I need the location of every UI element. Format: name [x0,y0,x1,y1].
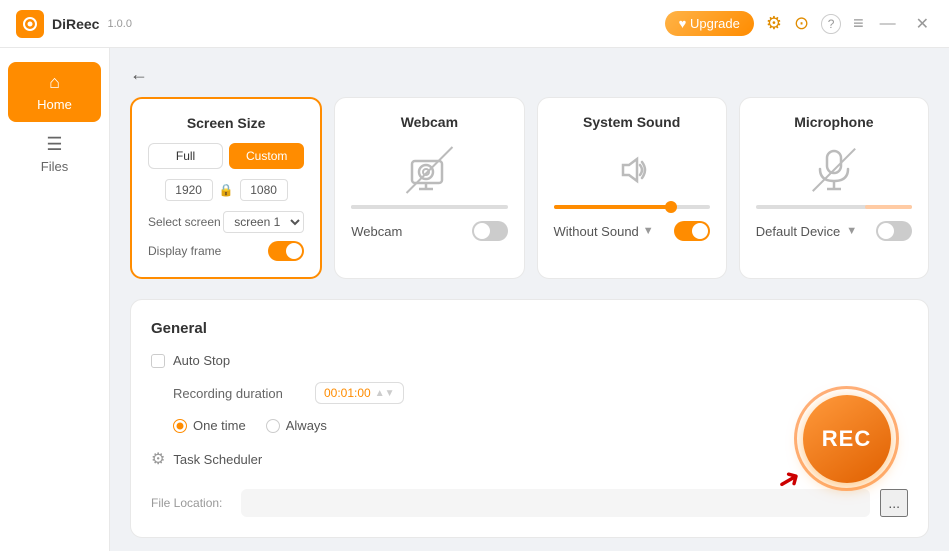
screen-select-dropdown[interactable]: screen 1 [223,211,304,233]
home-icon: ⌂ [49,72,60,93]
webcam-slider[interactable] [351,205,507,209]
mic-toggle-knob [878,223,894,239]
duration-label: Recording duration [173,386,303,401]
webcam-card-bottom: Webcam [351,221,507,241]
microphone-title: Microphone [756,114,912,130]
file-location-path [241,489,870,517]
webcam-card: Webcam [334,97,524,279]
display-frame-row: Display frame [148,241,304,261]
webcam-label: Webcam [351,224,402,239]
minimize-button[interactable]: — [876,13,900,35]
webcam-toggle[interactable] [472,221,508,241]
radio-one-time[interactable]: One time [173,418,246,433]
app-logo-inner [23,17,37,31]
system-sound-toggle-knob [692,223,708,239]
settings-icon[interactable]: ⚙ [766,13,782,34]
title-bar-left: DiReec 1.0.0 [16,10,132,38]
close-button[interactable]: ✕ [912,12,933,36]
mic-card-bottom: Default Device ▼ [756,221,912,241]
menu-icon[interactable]: ≡ [853,13,864,34]
screen-select-row: Select screen screen 1 [148,211,304,233]
auto-stop-checkbox[interactable] [151,354,165,368]
files-icon: ☰ [46,134,62,155]
sound-slider-fill [554,205,671,209]
sidebar-files-label: Files [41,159,68,174]
system-sound-card-bottom: Without Sound ▼ [554,221,710,241]
cards-row: Screen Size Full Custom 🔒 Select screen … [130,97,929,279]
radio-one-time-circle [173,419,187,433]
system-sound-card: System Sound Without So [537,97,727,279]
title-bar: DiReec 1.0.0 ♥ Upgrade ⚙ ⊙ ? ≡ — ✕ [0,0,949,48]
duration-spinners[interactable]: ▲▼ [375,388,395,399]
microphone-icon-area [756,142,912,197]
webcam-title: Webcam [351,114,507,130]
full-size-button[interactable]: Full [148,143,223,169]
app-version: 1.0.0 [107,18,131,30]
file-more-button[interactable]: ... [880,489,908,517]
sidebar-item-home[interactable]: ⌂ Home [8,62,101,122]
help-icon[interactable]: ? [821,14,841,34]
sidebar-item-files[interactable]: ☰ Files [8,124,101,184]
content-area: ← Screen Size Full Custom 🔒 Select scree… [110,48,949,551]
height-input[interactable] [240,179,288,201]
app-name: DiReec [52,16,99,32]
system-sound-slider[interactable] [554,205,710,209]
display-frame-toggle[interactable] [268,241,304,261]
without-sound-select-area: Without Sound ▼ [554,224,654,239]
sidebar: ⌂ Home ☰ Files [0,48,110,551]
main-layout: ⌂ Home ☰ Files ← Screen Size Full Custom… [0,48,949,551]
custom-size-button[interactable]: Custom [229,143,304,169]
screen-size-card: Screen Size Full Custom 🔒 Select screen … [130,97,322,279]
mic-slider-fill [865,205,912,209]
radio-always[interactable]: Always [266,418,327,433]
system-sound-icon-area [554,142,710,197]
mic-icon-wrapper [811,145,857,195]
microphone-card: Microphone [739,97,929,279]
sidebar-home-label: Home [37,97,72,112]
duration-input-area[interactable]: 00:01:00 ▲▼ [315,382,404,404]
record-icon[interactable]: ⊙ [794,13,809,34]
task-scheduler-icon: ⚙ [151,449,165,469]
without-sound-label: Without Sound [554,224,639,239]
rec-button[interactable]: REC [803,395,891,483]
webcam-icon-wrapper [404,145,454,195]
device-select-row: Default Device ▼ [756,224,857,239]
radio-always-label: Always [286,418,327,433]
radio-always-circle [266,419,280,433]
auto-stop-label: Auto Stop [173,353,230,368]
system-sound-icon [607,145,657,195]
size-dimensions: 🔒 [148,179,304,201]
app-logo [16,10,44,38]
lock-icon: 🔒 [219,183,234,197]
upgrade-button[interactable]: ♥ Upgrade [665,11,754,36]
general-title: General [151,320,908,337]
system-sound-title: System Sound [554,114,710,130]
mic-slider[interactable] [756,205,912,209]
back-button[interactable]: ← [130,64,148,85]
rec-outer-ring: REC ➜ [794,386,899,491]
width-input[interactable] [165,179,213,201]
task-scheduler-label: Task Scheduler [173,452,262,467]
device-label: Default Device [756,224,841,239]
screen-size-title: Screen Size [148,115,304,131]
title-bar-right: ♥ Upgrade ⚙ ⊙ ? ≡ — ✕ [665,11,933,36]
size-buttons: Full Custom [148,143,304,169]
auto-stop-row: Auto Stop [151,353,908,368]
screen-select-label: Select screen [148,215,221,229]
rec-label: REC [822,426,871,452]
device-chevron[interactable]: ▼ [846,225,857,237]
rec-button-area: REC ➜ [794,386,899,491]
webcam-toggle-knob [474,223,490,239]
system-sound-toggle[interactable] [674,221,710,241]
file-location-label: File Location: [151,496,231,510]
webcam-icon-area [351,142,507,197]
microphone-toggle[interactable] [876,221,912,241]
sound-slider-knob [665,201,677,213]
toggle-knob [286,243,302,259]
display-frame-label: Display frame [148,244,221,258]
without-sound-chevron[interactable]: ▼ [643,225,654,237]
radio-one-time-label: One time [193,418,246,433]
duration-value: 00:01:00 [324,386,371,400]
